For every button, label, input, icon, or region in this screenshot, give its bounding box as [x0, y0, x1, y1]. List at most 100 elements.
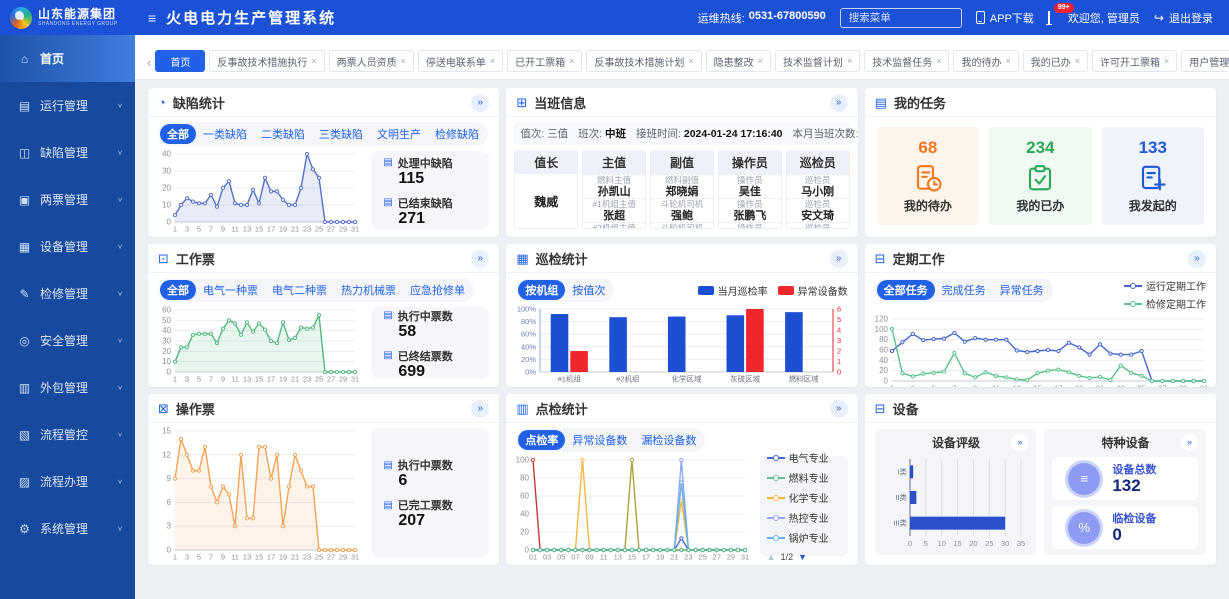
logout-button[interactable]: ↪ 退出登录 [1154, 10, 1213, 26]
legend-item[interactable]: 热控专业 [766, 510, 841, 525]
legend-page-up-icon[interactable]: ▲ [767, 552, 776, 562]
more-button[interactable]: » [471, 249, 490, 268]
equipment-mgmt-icon: ▦ [18, 239, 31, 254]
sidebar-item-outsourcing-mgmt[interactable]: ▥ 外包管理 ∨ [0, 364, 135, 411]
legend-item[interactable]: 电气专业 [766, 450, 841, 465]
my-done-card[interactable]: 234 我的已办 [989, 127, 1092, 225]
tab[interactable]: 隐患整改 × [705, 50, 771, 72]
legend-page-down-icon[interactable]: ▼ [798, 552, 807, 562]
sidebar-item-process-handling[interactable]: ▨ 流程办理 ∨ [0, 458, 135, 505]
my-initiated-card[interactable]: 133 我发起的 [1101, 127, 1205, 225]
company-name-en: SHANDONG ENERGY GROUP [38, 21, 118, 27]
tab[interactable]: 反事故技术措施执行 × [209, 50, 325, 72]
sidebar-item-system-mgmt[interactable]: ⚙ 系统管理 ∨ [0, 505, 135, 552]
close-icon[interactable]: × [688, 56, 693, 66]
filter-class2[interactable]: 二类缺陷 [254, 124, 312, 144]
filter-missed-devices[interactable]: 漏检设备数 [634, 430, 703, 450]
filter-emergency-repair[interactable]: 应急抢修单 [403, 280, 472, 300]
menu-search-input[interactable] [839, 7, 962, 28]
filter-all[interactable]: 全部 [160, 280, 196, 300]
more-button[interactable]: » [1188, 249, 1206, 268]
app-download-button[interactable]: APP下载 [975, 10, 1034, 26]
close-icon[interactable]: × [490, 56, 495, 66]
more-button[interactable]: » [1011, 434, 1029, 451]
sidebar-item-two-tickets-mgmt[interactable]: ▣ 两票管理 ∨ [0, 176, 135, 223]
legend-item[interactable]: 燃料专业 [766, 470, 841, 485]
legend-item[interactable]: 检修定期工作 [1124, 296, 1206, 311]
close-icon[interactable]: × [758, 56, 763, 66]
legend-item[interactable]: 锅炉专业 [766, 530, 841, 545]
filter-electrical-1[interactable]: 电气一种票 [196, 280, 265, 300]
close-icon[interactable]: × [311, 56, 316, 66]
tab[interactable]: 技术监督任务 × [864, 50, 950, 72]
filter-all-tasks[interactable]: 全部任务 [876, 280, 935, 300]
pending-inspection-row[interactable]: % 临检设备 0 [1052, 506, 1198, 549]
sidebar-item-process-control[interactable]: ▧ 流程管控 ∨ [0, 411, 135, 458]
pie-chart-icon: ◔ [158, 95, 166, 110]
inspection-legend: 当月巡检率 异常设备数 [697, 283, 848, 298]
periodic-legend: 运行定期工作 检修定期工作 [1124, 278, 1206, 311]
tab[interactable]: 反事故技术措施计划 × [586, 50, 702, 72]
maintenance-hotline: 运维热线: 0531-67800590 [697, 9, 826, 25]
tab[interactable]: 已开工票箱 × [507, 50, 583, 72]
close-icon[interactable]: × [936, 56, 941, 66]
close-icon[interactable]: × [401, 56, 406, 66]
sidebar-item-home[interactable]: ⌂ 首页 [0, 35, 135, 82]
more-button[interactable]: » [829, 93, 848, 112]
more-button[interactable]: » [829, 249, 848, 268]
process-handling-icon: ▨ [18, 474, 31, 489]
more-button[interactable]: » [471, 93, 490, 112]
notification-badge: 99+ [1053, 2, 1074, 13]
close-icon[interactable]: × [1075, 56, 1080, 66]
svg-text:40: 40 [879, 356, 888, 365]
close-icon[interactable]: × [1164, 56, 1169, 66]
tab[interactable]: 停送电联系单 × [417, 50, 504, 72]
filter-electrical-2[interactable]: 电气二种票 [265, 280, 334, 300]
panel-title: 我的任务 [893, 96, 946, 111]
tab[interactable]: 技术监督计划 × [774, 50, 861, 72]
tab[interactable]: 用户管理× [1181, 50, 1229, 72]
legend-marker-icon [697, 285, 714, 295]
close-icon[interactable]: × [569, 56, 574, 66]
filter-all[interactable]: 全部 [160, 124, 196, 144]
total-devices-row[interactable]: ≡ 设备总数 132 [1052, 457, 1198, 500]
filter-check-rate[interactable]: 点检率 [518, 430, 566, 450]
sidebar-item-defect-mgmt[interactable]: ◫ 缺陷管理 ∨ [0, 129, 135, 176]
tab[interactable]: 两票人员资质 × [328, 50, 414, 72]
notifications-button[interactable]: 99+ [1047, 2, 1074, 24]
close-icon[interactable]: × [1005, 56, 1010, 66]
legend-item[interactable]: 化学专业 [766, 490, 841, 505]
close-icon[interactable]: × [847, 56, 852, 66]
filter-thermal-mechanical[interactable]: 热力机械票 [334, 280, 403, 300]
svg-text:II类: II类 [895, 492, 907, 502]
legend-item[interactable]: 当月巡检率 [697, 283, 768, 298]
my-todo-card[interactable]: 68 我的待办 [876, 127, 980, 225]
toggle-by-shift[interactable]: 按值次 [565, 280, 612, 300]
svg-text:01: 01 [529, 553, 537, 562]
filter-civilized-production[interactable]: 文明生产 [370, 124, 428, 144]
user-menu[interactable]: 欢迎您, 管理员 [1068, 10, 1140, 26]
legend-item[interactable]: 运行定期工作 [1124, 278, 1206, 293]
tab-home[interactable]: 首页 [155, 50, 206, 72]
filter-maintenance-defect[interactable]: 检修缺陷 [428, 124, 486, 144]
filter-abnormal-tasks[interactable]: 异常任务 [993, 280, 1051, 300]
tab[interactable]: 许可开工票箱 × [1092, 50, 1178, 72]
toggle-by-unit[interactable]: 按机组 [518, 280, 566, 300]
filter-abnormal-devices[interactable]: 异常设备数 [565, 430, 634, 450]
sidebar-item-maintenance-mgmt[interactable]: ✎ 检修管理 ∨ [0, 270, 135, 317]
sidebar-collapse-icon[interactable]: ≡ [148, 10, 156, 26]
more-button[interactable]: » [829, 399, 848, 418]
legend-item[interactable]: 异常设备数 [777, 283, 848, 298]
more-button[interactable]: » [471, 399, 490, 418]
more-button[interactable]: » [1181, 434, 1198, 451]
filter-class3[interactable]: 三类缺陷 [312, 124, 370, 144]
sidebar-item-operation-mgmt[interactable]: ▤ 运行管理 ∨ [0, 82, 135, 129]
filter-completed-tasks[interactable]: 完成任务 [935, 280, 993, 300]
svg-text:0: 0 [837, 368, 841, 377]
tabs-scroll-left-icon[interactable]: ‹ [143, 55, 155, 72]
tab[interactable]: 我的待办 × [953, 50, 1019, 72]
sidebar-item-safety-mgmt[interactable]: ◎ 安全管理 ∨ [0, 317, 135, 364]
filter-class1[interactable]: 一类缺陷 [196, 124, 254, 144]
tab[interactable]: 我的已办 × [1022, 50, 1088, 72]
sidebar-item-equipment-mgmt[interactable]: ▦ 设备管理 ∨ [0, 223, 135, 270]
